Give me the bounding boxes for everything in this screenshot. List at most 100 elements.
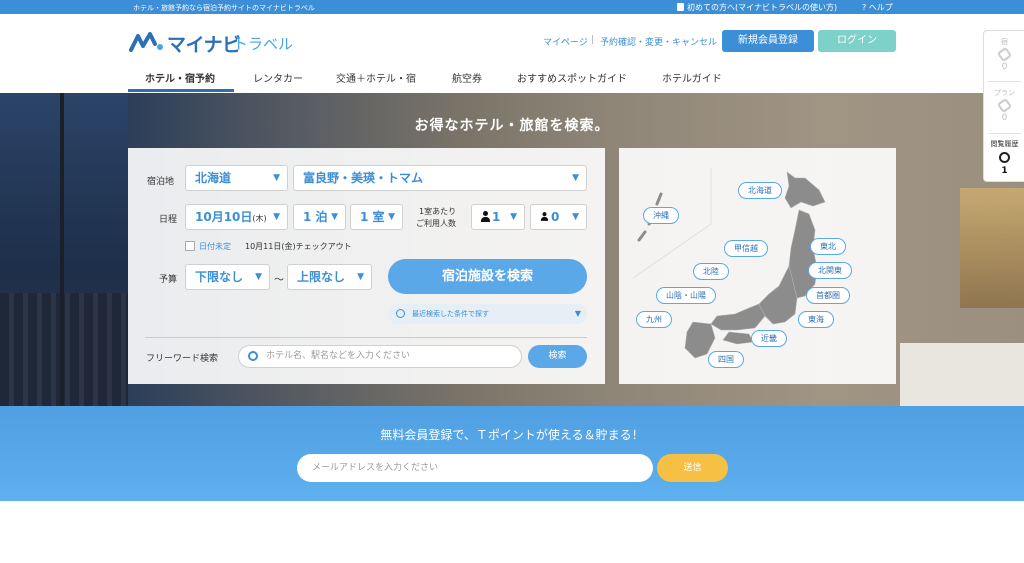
nights-select[interactable]: 1 泊 ▼ xyxy=(293,204,346,230)
children-value: 0 xyxy=(551,210,560,224)
chevron-down-icon: ▼ xyxy=(572,212,579,222)
email-input[interactable]: メールアドレスを入力ください xyxy=(297,454,653,482)
date-undecided-checkbox[interactable] xyxy=(185,241,195,251)
nav-spot-guide[interactable]: おすすめスポットガイド xyxy=(517,70,627,85)
freeword-placeholder: ホテル名、駅名などを入力ください xyxy=(266,351,411,361)
nav-air[interactable]: 航空券 xyxy=(452,70,482,85)
reservation-manage-link[interactable]: 予約確認・変更・キャンセル xyxy=(600,35,717,48)
region-kitakanto[interactable]: 北関東 xyxy=(808,262,852,279)
nights-value: 1 泊 xyxy=(303,210,328,224)
chevron-down-icon: ▼ xyxy=(572,173,579,183)
logo-mark-icon xyxy=(129,32,163,52)
region-kinki[interactable]: 近畿 xyxy=(751,330,787,347)
children-select[interactable]: 0 ▼ xyxy=(530,204,587,230)
chevron-down-icon: ▼ xyxy=(574,309,581,318)
side-separator xyxy=(988,133,1021,134)
budget-label: 予算 xyxy=(159,275,178,285)
region-sanin-sanyo[interactable]: 山陰・山陽 xyxy=(656,287,716,304)
search-divider xyxy=(145,337,587,338)
saved-plans-count: 0 xyxy=(1001,113,1008,123)
chevron-down-icon: ▼ xyxy=(388,212,395,222)
area-select[interactable]: 富良野・美瑛・トマム ▼ xyxy=(293,165,587,191)
rooms-value: 1 室 xyxy=(360,210,385,224)
header-link-separator: | xyxy=(591,35,595,45)
nav-transport-hotel[interactable]: 交通＋ホテル・宿 xyxy=(336,70,416,85)
date-undecided-label[interactable]: 日付未定 xyxy=(199,241,231,252)
recent-search-toggle[interactable]: 最近検索した条件で探す ▼ xyxy=(388,304,587,324)
saved-inns[interactable]: 宿 0 xyxy=(984,37,1024,72)
nav-active-indicator xyxy=(128,89,234,92)
date-label: 日程 xyxy=(159,215,178,225)
budget-min-select[interactable]: 下限なし ▼ xyxy=(185,264,270,290)
freeword-label: フリーワード検索 xyxy=(146,354,219,364)
browse-history-label: 閲覧履歴 xyxy=(990,140,1019,148)
region-shikoku[interactable]: 四国 xyxy=(708,351,744,368)
region-hokkaido[interactable]: 北海道 xyxy=(738,182,782,199)
global-nav: ホテル・宿予約 レンタカー 交通＋ホテル・宿 航空券 おすすめスポットガイド ホ… xyxy=(128,62,896,92)
guests-label-line2: ご利用人数 xyxy=(416,219,456,228)
chevron-down-icon: ▼ xyxy=(255,272,262,282)
site-tagline: ホテル・旅館予約なら宿泊予約サイトのマイナビトラベル xyxy=(133,4,315,12)
freeword-search-button[interactable]: 検索 xyxy=(528,345,587,368)
chevron-down-icon: ▼ xyxy=(510,212,517,222)
nav-rentacar[interactable]: レンタカー xyxy=(253,70,303,85)
nav-hotel[interactable]: ホテル・宿予約 xyxy=(145,70,215,85)
saved-inns-count: 0 xyxy=(1001,62,1008,72)
saved-plans[interactable]: プラン 0 xyxy=(984,88,1024,123)
checkin-date-value: 10月10日 xyxy=(195,210,253,224)
send-button[interactable]: 送信 xyxy=(657,454,728,482)
guests-label-line1: 1室あたり xyxy=(419,207,457,216)
logo-sub-text: トラベル xyxy=(233,35,294,53)
hero-window-frame xyxy=(60,93,64,406)
adults-value: 1 xyxy=(492,210,501,224)
budget-max-select[interactable]: 上限なし ▼ xyxy=(287,264,372,290)
login-button[interactable]: ログイン xyxy=(818,30,896,52)
clip-icon xyxy=(996,46,1013,63)
region-tokai[interactable]: 東海 xyxy=(798,311,834,328)
prefecture-value: 北海道 xyxy=(195,171,232,185)
budget-range-separator: ～ xyxy=(274,275,284,286)
saved-plans-label: プラン xyxy=(994,89,1015,97)
clip-icon xyxy=(996,97,1013,114)
prefecture-select[interactable]: 北海道 ▼ xyxy=(185,165,288,191)
budget-max-value: 上限なし xyxy=(297,270,346,284)
checkin-weekday: (木) xyxy=(252,214,267,223)
area-value: 富良野・美瑛・トマム xyxy=(303,171,424,185)
rooms-select[interactable]: 1 室 ▼ xyxy=(350,204,403,230)
region-koshinetsu[interactable]: 甲信越 xyxy=(724,240,768,257)
hero-title: お得なホテル・旅館を検索。 xyxy=(414,118,610,134)
register-button[interactable]: 新規会員登録 xyxy=(722,30,814,52)
book-icon xyxy=(677,3,684,11)
search-hotels-button[interactable]: 宿泊施設を検索 xyxy=(388,259,587,294)
chevron-down-icon: ▼ xyxy=(273,173,280,183)
recent-search-label: 最近検索した条件で探す xyxy=(412,310,489,318)
region-hokuriku[interactable]: 北陸 xyxy=(693,263,729,280)
mypage-link[interactable]: マイページ xyxy=(543,35,588,48)
hero-cityscape xyxy=(0,293,128,406)
region-okinawa[interactable]: 沖縄 xyxy=(643,207,679,224)
first-time-label: 初めての方へ(マイナビトラベルの使い方) xyxy=(687,3,838,12)
first-time-guide-link[interactable]: 初めての方へ(マイナビトラベルの使い方) xyxy=(677,2,837,13)
top-strip: ホテル・旅館予約なら宿泊予約サイトのマイナビトラベル 初めての方へ(マイナビトラ… xyxy=(0,0,1024,14)
region-tohoku[interactable]: 東北 xyxy=(810,238,846,255)
side-separator xyxy=(988,81,1021,82)
adults-select[interactable]: 1 ▼ xyxy=(471,204,525,230)
freeword-input[interactable]: ホテル名、駅名などを入力ください xyxy=(238,345,522,368)
nav-hotel-guide[interactable]: ホテルガイド xyxy=(662,70,722,85)
region-kyushu[interactable]: 九州 xyxy=(636,311,672,328)
logo-main-text: マイナビ xyxy=(167,34,241,56)
hero-lamp xyxy=(960,188,1024,308)
site-logo[interactable]: マイナビ トラベル xyxy=(129,29,299,56)
checkin-date-select[interactable]: 10月10日(木) ▼ xyxy=(185,204,288,230)
help-link[interactable]: ? ヘルプ xyxy=(862,2,893,13)
chevron-down-icon: ▼ xyxy=(331,212,338,222)
browse-history[interactable]: 閲覧履歴 1 xyxy=(984,139,1024,176)
email-placeholder: メールアドレスを入力ください xyxy=(312,463,439,473)
browse-history-count: 1 xyxy=(1001,166,1008,176)
hero-bed xyxy=(900,343,1024,406)
member-signup-title: 無料会員登録で、Ｔポイントが使える＆貯まる！ xyxy=(380,428,644,442)
region-shutoken[interactable]: 首都圏 xyxy=(806,287,850,304)
budget-min-value: 下限なし xyxy=(195,270,244,284)
area-label: 宿泊地 xyxy=(147,177,175,187)
checkout-date-text: 10月11日(金)チェックアウト xyxy=(245,242,352,251)
